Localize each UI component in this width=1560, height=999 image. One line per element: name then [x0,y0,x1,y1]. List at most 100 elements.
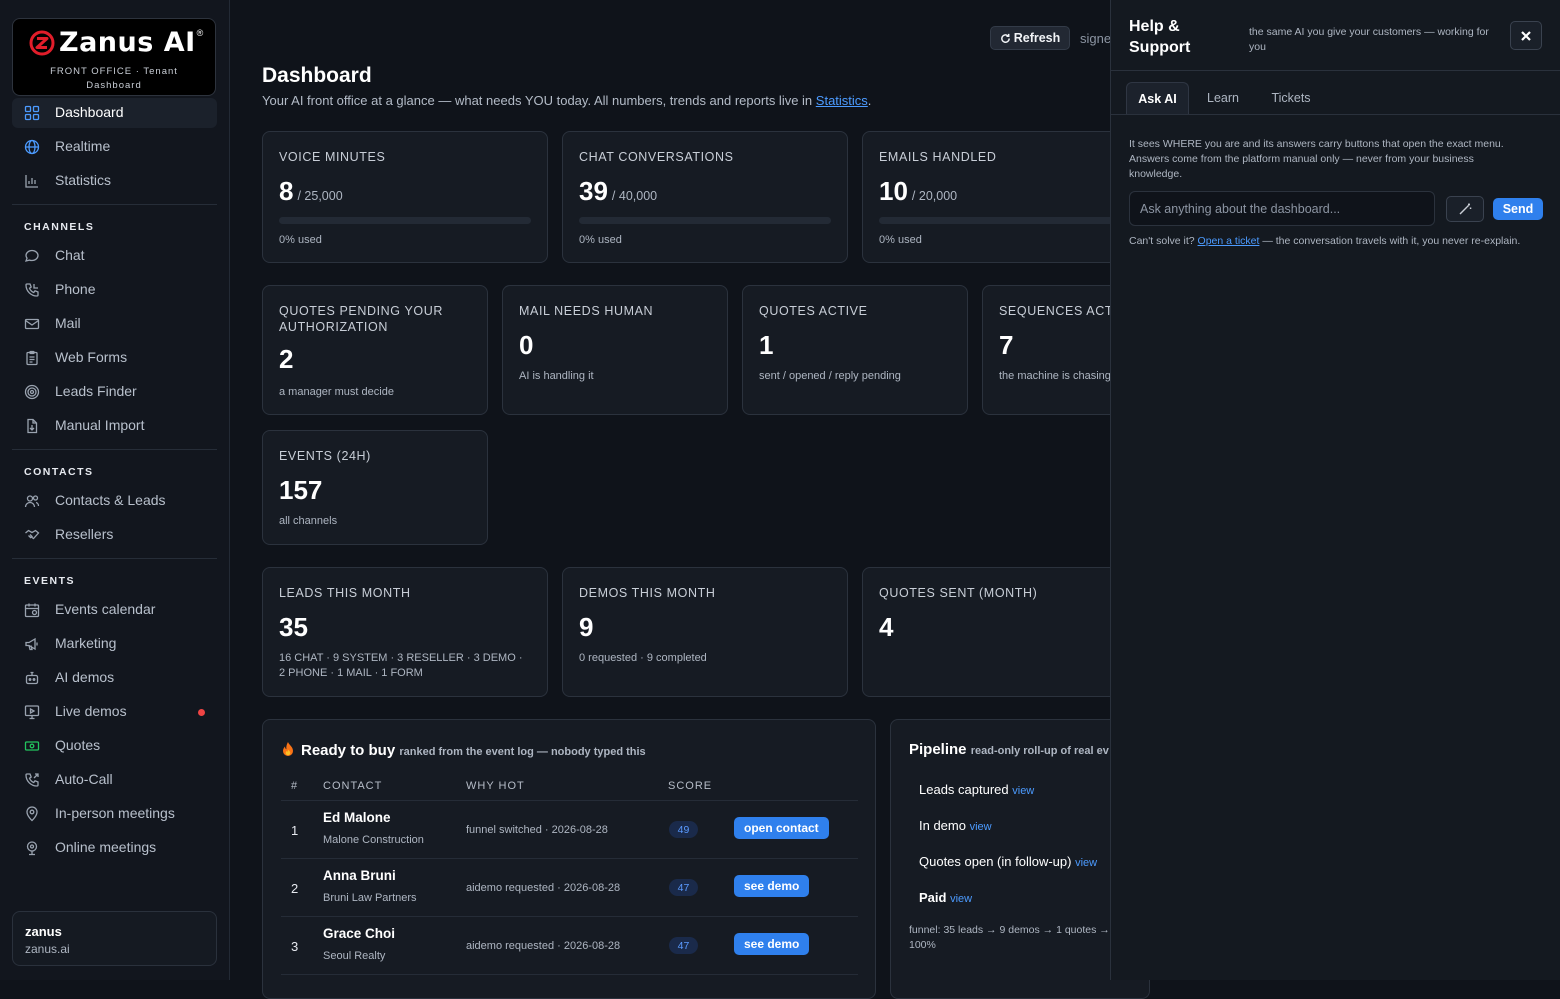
live-indicator-dot [198,709,205,716]
sidebar-item-contacts-leads[interactable]: Contacts & Leads [12,486,217,516]
section-title-channels: CHANNELS [24,221,95,233]
refresh-button[interactable]: Refresh [990,26,1070,50]
help-subtitle: the same AI you give your customers — wo… [1249,26,1489,53]
card-value: 10/ 20,000 [879,176,957,207]
pipeline-view-link[interactable]: view [1075,857,1097,869]
sidebar-item-dashboard[interactable]: Dashboard [12,98,217,128]
sidebar-item-marketing[interactable]: Marketing [12,629,217,659]
sidebar-item-label: Auto-Call [55,771,113,787]
pipeline-item-paid: Paid view [919,890,972,905]
open-contact-button[interactable]: open contact [734,817,829,839]
handshake-icon [25,529,40,540]
pipeline-item-label: In demo [919,818,966,833]
sidebar-item-ai-demos[interactable]: AI demos [12,663,217,693]
pipeline-view-link[interactable]: view [970,821,992,833]
target-icon [24,384,40,400]
status-card-mail-needs-human[interactable]: MAIL NEEDS HUMAN 0 AI is handling it [502,285,728,415]
status-card-quotes-active[interactable]: QUOTES ACTIVE 1 sent / opened / reply pe… [742,285,968,415]
sidebar-item-label: Online meetings [55,839,157,855]
why-hot-reason: aidemo requested · 2026-08-28 [466,882,621,894]
sidebar-item-live-demos[interactable]: Live demos [12,697,217,727]
sidebar-item-manual-import[interactable]: Manual Import [12,411,217,441]
sidebar-item-leads-finder[interactable]: Leads Finder [12,377,217,407]
pipeline-view-link[interactable]: view [1012,785,1034,797]
card-label: EVENTS (24H) [279,449,371,463]
sidebar-item-label: Mail [55,315,81,331]
tab-learn[interactable]: Learn [1199,82,1247,114]
why-hot-reason: aidemo requested · 2026-08-28 [466,940,621,952]
sidebar-item-resellers[interactable]: Resellers [12,520,217,550]
card-value-number: 39 [579,176,608,206]
pipeline-item-leads-captured: Leads captured view [919,782,1034,797]
card-subtext: a manager must decide [279,386,394,398]
sidebar-item-chat[interactable]: Chat [12,241,217,271]
card-subtext: sent / opened / reply pending [759,370,901,382]
contact-company: Malone Construction [323,834,424,846]
file-import-icon [27,418,38,434]
sidebar-item-web-forms[interactable]: Web Forms [12,343,217,373]
open-ticket-link[interactable]: Open a ticket [1198,235,1260,247]
contact-name[interactable]: Ed Malone [323,810,391,825]
see-demo-button[interactable]: see demo [734,933,810,955]
see-demo-button[interactable]: see demo [734,875,810,897]
send-button[interactable]: Send [1493,198,1543,220]
pipeline-view-link[interactable]: view [950,893,972,905]
card-value-limit: / 40,000 [611,189,658,203]
sidebar-divider [12,558,217,559]
sidebar-item-label: In-person meetings [55,805,175,821]
status-card-quotes-pending[interactable]: QUOTES PENDING YOUR AUTHORIZATION 2 a ma… [262,285,488,415]
section-title-events: EVENTS [24,575,76,587]
card-label: EMAILS HANDLED [879,150,997,164]
usage-card-chat: CHAT CONVERSATIONS 39/ 40,000 0% used [562,131,848,263]
sidebar-item-statistics[interactable]: Statistics [12,166,217,196]
statistics-link[interactable]: Statistics [816,93,868,108]
card-label: LEADS THIS MONTH [279,586,411,600]
user-account-box[interactable]: zanus zanus.ai [12,911,217,966]
sidebar-item-in-person-meetings[interactable]: In-person meetings [12,799,217,829]
user-domain: zanus.ai [25,942,70,956]
sidebar-item-label: Realtime [55,138,111,154]
month-card-demos[interactable]: DEMOS THIS MONTH 9 0 requested · 9 compl… [562,567,848,697]
page-subtitle-text: Your AI front office at a glance — what … [262,93,816,108]
sidebar-item-realtime[interactable]: Realtime [12,132,217,162]
sidebar-item-auto-call[interactable]: Auto-Call [12,765,217,795]
zanus-logo-icon [29,30,55,55]
help-title-line1: Help & [1129,18,1180,35]
ready-title-text: Ready to buy [301,742,396,759]
sidebar-item-label: Manual Import [55,417,145,433]
sidebar-item-label: Contacts & Leads [55,492,166,508]
tab-tickets[interactable]: Tickets [1261,82,1321,114]
sidebar-item-mail[interactable]: Mail [12,309,217,339]
ask-ai-input[interactable] [1129,191,1435,226]
sidebar-item-phone[interactable]: Phone [12,275,217,305]
contact-name[interactable]: Anna Bruni [323,868,396,883]
bar-chart-icon [25,175,38,188]
sidebar-item-events-calendar[interactable]: Events calendar [12,595,217,625]
card-value: 157 [279,475,323,505]
brand-subtitle: FRONT OFFICE · Tenant [50,66,178,77]
brand-logo[interactable]: Zanus AI ® FRONT OFFICE · Tenant Dashboa… [12,18,216,96]
brand-subtitle-page: Dashboard [86,80,142,91]
contact-name[interactable]: Grace Choi [323,926,395,941]
card-label: CHAT CONVERSATIONS [579,150,734,164]
magic-wand-button[interactable] [1446,196,1484,222]
month-card-leads[interactable]: LEADS THIS MONTH 35 16 CHAT · 9 SYSTEM ·… [262,567,548,697]
usage-progress-bar [879,217,1131,224]
month-card-quotes-sent[interactable]: QUOTES SENT (MONTH) 4 [862,567,1148,697]
sidebar-item-label: Chat [55,247,85,263]
phone-outgoing-icon [25,773,39,787]
page-title: Dashboard [262,64,372,87]
card-subtext: 0% used [879,234,922,246]
card-value: 4 [879,612,894,642]
sidebar-item-online-meetings[interactable]: Online meetings [12,833,217,863]
status-card-events-24h[interactable]: EVENTS (24H) 157 all channels [262,430,488,545]
card-value-limit: / 25,000 [297,189,343,203]
tab-ask-ai[interactable]: Ask AI [1126,82,1189,114]
sidebar-item-quotes[interactable]: Quotes [12,731,217,761]
ready-to-buy-title: Ready to buy ranked from the event log —… [281,741,646,759]
score-badge: 49 [669,821,698,838]
pipeline-title: Pipeline read-only roll-up of real ev [909,741,1109,758]
sidebar-item-label: Events calendar [55,601,156,617]
refresh-label: Refresh [1013,31,1061,45]
close-button[interactable] [1510,21,1542,50]
